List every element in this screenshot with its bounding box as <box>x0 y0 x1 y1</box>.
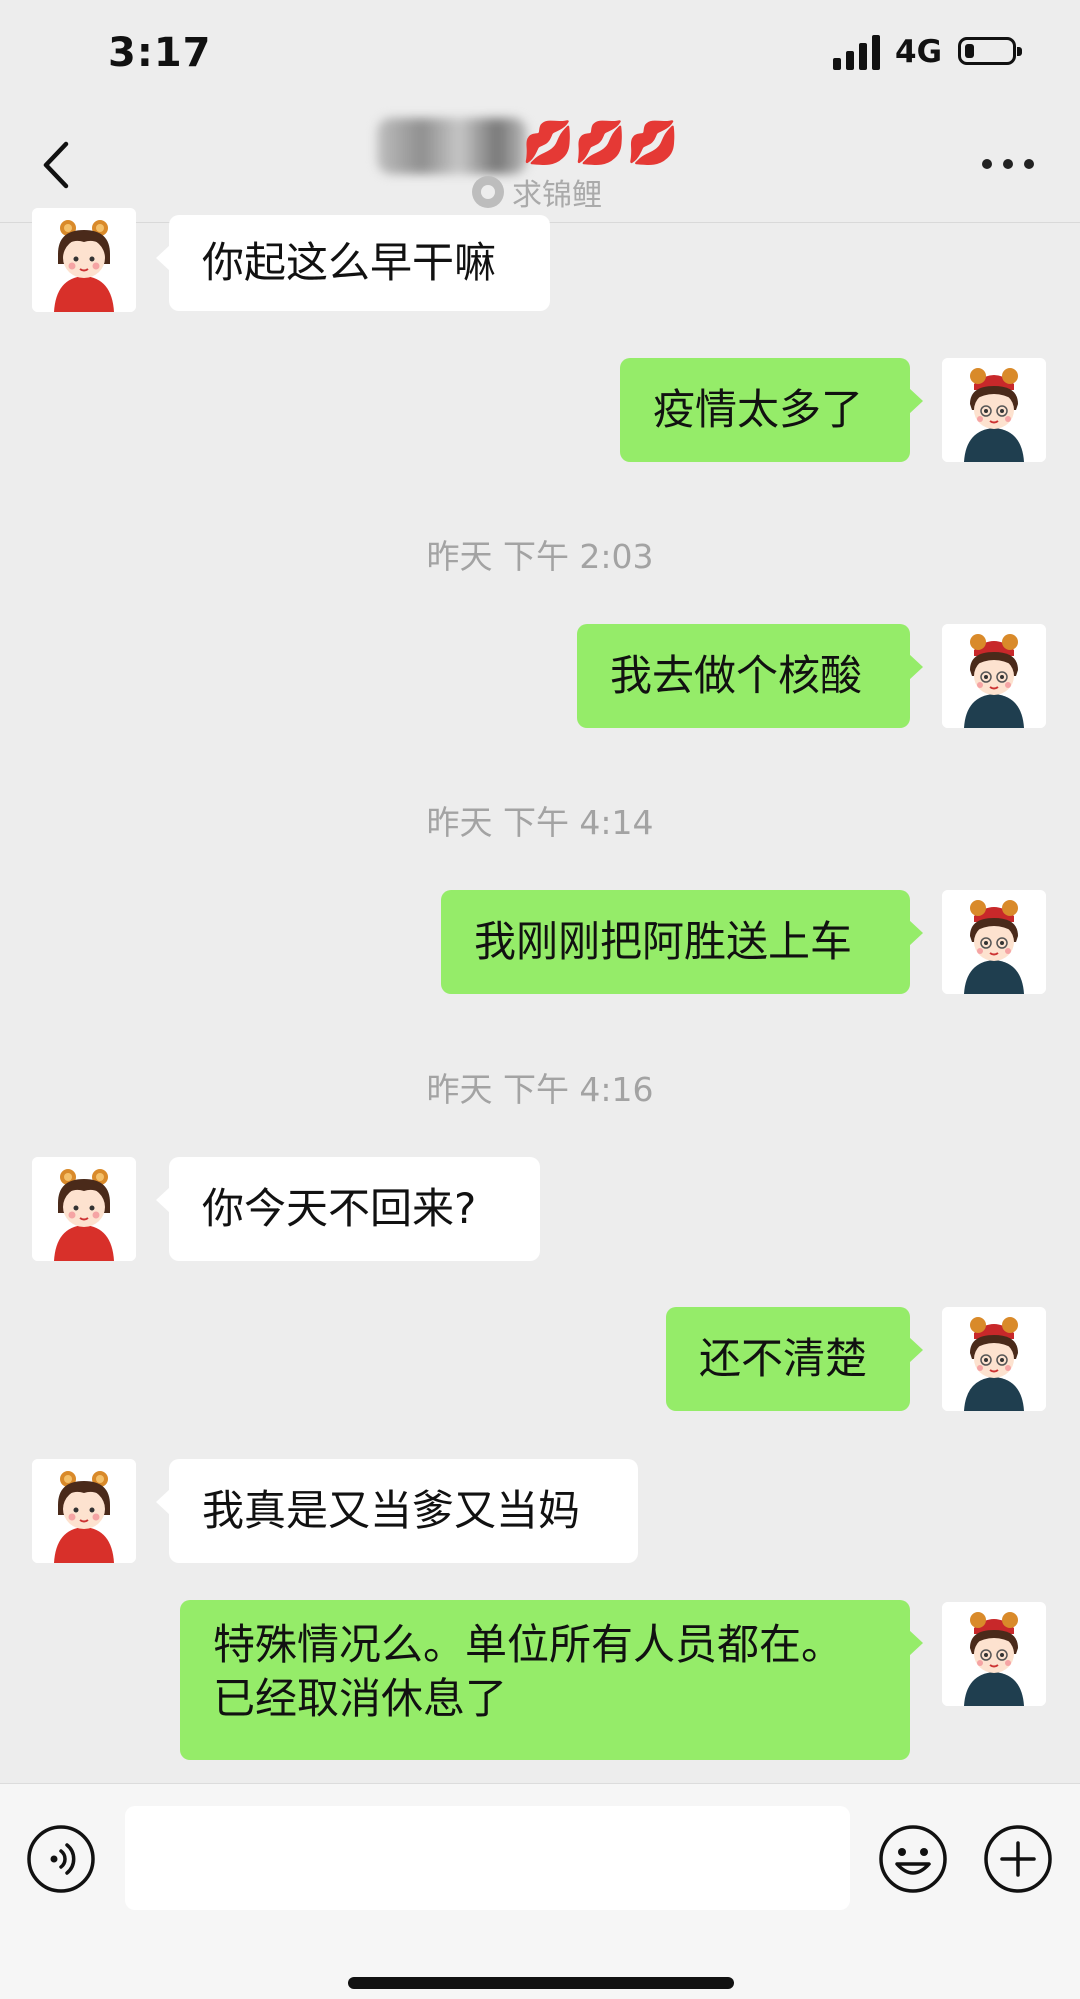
self-avatar[interactable] <box>942 358 1046 462</box>
contact-avatar[interactable] <box>32 1459 136 1563</box>
timestamp: 昨天 下午 4:14 <box>426 803 654 842</box>
home-indicator[interactable] <box>348 1977 734 1989</box>
message-text: 疫情太多了 <box>653 385 864 434</box>
input-bar <box>0 1783 1080 1999</box>
message-text: 你起这么早干嘛 <box>202 238 497 287</box>
more-dots-icon[interactable] <box>980 146 1036 182</box>
message-bubble-received[interactable]: 你起这么早干嘛 <box>156 215 550 311</box>
message-bubble-sent[interactable]: 疫情太多了 <box>620 358 923 462</box>
self-avatar[interactable] <box>942 1307 1046 1411</box>
chat-subtitle-text: 求锦鲤 <box>512 178 602 213</box>
message-bubble-received[interactable]: 我真是又当爹又当妈 <box>156 1459 638 1563</box>
blurred-contact-name <box>377 118 527 174</box>
message-text: 你今天不回来? <box>202 1184 477 1233</box>
status-bar: 3:17 4G <box>0 0 1080 110</box>
signal-icon <box>833 34 881 70</box>
network-type: 4G <box>895 34 943 70</box>
message-bubble-sent[interactable]: 我刚刚把阿胜送上车 <box>441 890 923 994</box>
timestamp: 昨天 下午 4:16 <box>426 1070 654 1109</box>
self-avatar[interactable] <box>942 1602 1046 1706</box>
status-time: 3:17 <box>108 30 212 76</box>
message-text: 我真是又当爹又当妈 <box>202 1486 581 1535</box>
chat-header: 💋💋💋 求锦鲤 <box>0 110 1080 223</box>
self-avatar[interactable] <box>942 890 1046 994</box>
message-text: 还不清楚 <box>699 1334 868 1383</box>
status-icon <box>472 176 504 208</box>
self-avatar[interactable] <box>942 624 1046 728</box>
contact-avatar[interactable] <box>32 208 136 312</box>
plus-icon[interactable] <box>983 1824 1053 1894</box>
contact-avatar[interactable] <box>32 1157 136 1261</box>
chat-title-emoji: 💋💋💋 <box>522 118 679 167</box>
message-text: 我去做个核酸 <box>610 651 863 700</box>
message-input[interactable] <box>125 1806 850 1910</box>
chevron-left-icon[interactable] <box>38 140 78 190</box>
message-bubble-sent[interactable]: 我去做个核酸 <box>577 624 923 728</box>
emoji-icon[interactable] <box>878 1824 948 1894</box>
voice-icon[interactable] <box>26 1824 96 1894</box>
message-text: 我刚刚把阿胜送上车 <box>474 917 853 966</box>
message-bubble-sent[interactable]: 特殊情况么。单位所有人员都在。 已经取消休息了 <box>180 1600 923 1760</box>
message-bubble-sent[interactable]: 还不清楚 <box>666 1307 923 1411</box>
message-text-line: 特殊情况么。单位所有人员都在。 <box>213 1620 844 1669</box>
chat-subtitle: 求锦鲤 <box>472 172 602 213</box>
message-text-line: 已经取消休息了 <box>213 1674 508 1723</box>
battery-icon <box>958 37 1022 65</box>
message-bubble-received[interactable]: 你今天不回来? <box>156 1157 540 1261</box>
timestamp: 昨天 下午 2:03 <box>426 537 654 576</box>
